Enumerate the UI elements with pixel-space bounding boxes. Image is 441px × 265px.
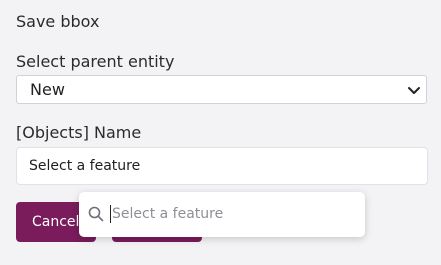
parent-entity-select[interactable]: New [16, 75, 427, 104]
text-cursor [110, 205, 111, 223]
dialog-title: Save bbox [16, 12, 100, 31]
feature-search-input[interactable] [112, 204, 352, 224]
objects-name-value: Select a feature [29, 158, 141, 174]
search-icon [88, 206, 104, 222]
objects-name-field[interactable]: Select a feature [16, 147, 428, 185]
parent-entity-selected-value: New [30, 80, 65, 99]
feature-search-popup [79, 192, 365, 237]
objects-name-label: [Objects] Name [16, 123, 142, 142]
chevron-down-icon [408, 87, 420, 94]
parent-entity-label: Select parent entity [16, 52, 175, 71]
